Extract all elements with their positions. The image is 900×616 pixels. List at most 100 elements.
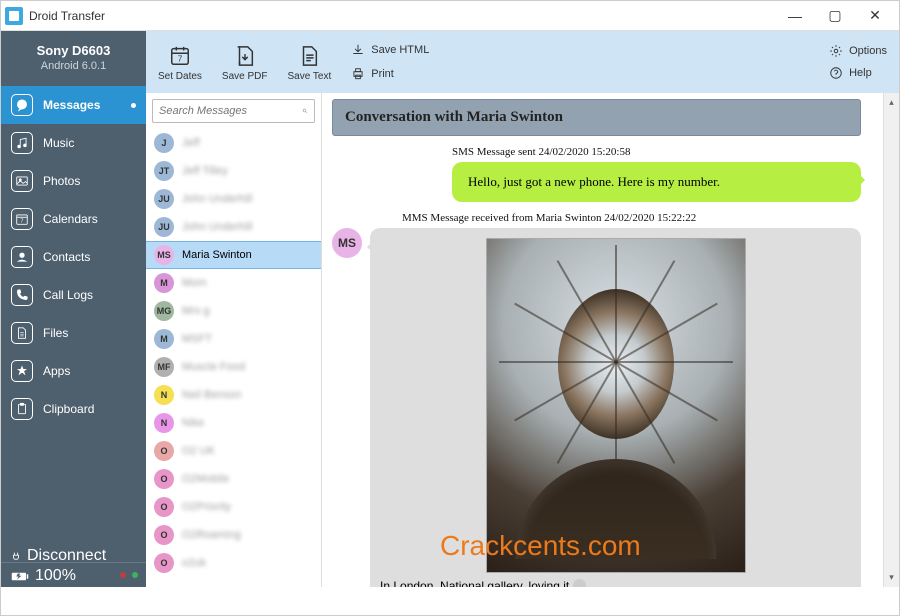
contact-avatar: JU: [154, 189, 174, 209]
download-icon: [351, 43, 365, 57]
nav-files[interactable]: Files: [1, 314, 146, 352]
contact-name: MSFT: [182, 333, 212, 345]
led-red: [120, 572, 126, 578]
tool-label: Help: [849, 67, 872, 79]
nav-messages[interactable]: Messages: [1, 86, 146, 124]
scroll-down-icon[interactable]: ▾: [889, 572, 894, 583]
tool-label: Options: [849, 45, 887, 57]
svg-text:7: 7: [178, 54, 183, 63]
nav-photos[interactable]: Photos: [1, 162, 146, 200]
search-input[interactable]: [159, 105, 302, 117]
contact-name: O2Priority: [182, 501, 231, 513]
recv-meta: MMS Message received from Maria Swinton …: [402, 212, 861, 224]
contact-name: Neil Benson: [182, 389, 241, 401]
scroll-up-icon[interactable]: ▴: [889, 97, 894, 108]
set-dates-button[interactable]: 7 Set Dates: [158, 43, 202, 82]
contact-item[interactable]: OO2Roaming: [146, 521, 321, 549]
contact-list[interactable]: JJeffJTJeff TilleyJUJohn UnderhillJUJohn…: [146, 129, 321, 587]
contact-item[interactable]: JJeff: [146, 129, 321, 157]
search-icon: [302, 105, 308, 117]
tool-label: Save Text: [288, 71, 332, 82]
contact-name: Mrs g: [182, 305, 210, 317]
app-icon: [5, 7, 23, 25]
calendar-icon: 7: [11, 208, 33, 230]
emoji-icon: [573, 579, 586, 587]
contact-item[interactable]: O O2Mobile: [146, 465, 321, 493]
contact-avatar: MG: [154, 301, 174, 321]
save-pdf-button[interactable]: Save PDF: [222, 43, 268, 82]
messages-icon: [11, 94, 33, 116]
device-version: Android 6.0.1: [9, 60, 138, 72]
contact-avatar: M: [154, 273, 174, 293]
contact-avatar: JU: [154, 217, 174, 237]
music-icon: [11, 132, 33, 154]
contact-item[interactable]: O O2 UK: [146, 437, 321, 465]
nav-music[interactable]: Music: [1, 124, 146, 162]
plug-icon: [11, 551, 21, 561]
contact-avatar: O: [154, 469, 174, 489]
message-list-panel: JJeffJTJeff TilleyJUJohn UnderhillJUJohn…: [146, 93, 322, 587]
contact-item[interactable]: OO2Priority: [146, 493, 321, 521]
contact-item[interactable]: JTJeff Tilley: [146, 157, 321, 185]
battery-icon: [11, 572, 29, 581]
disconnect-label: Disconnect: [27, 547, 106, 565]
contact-name: O2 UK: [182, 445, 215, 457]
tool-label: Print: [371, 68, 394, 80]
phone-icon: [11, 284, 33, 306]
print-button[interactable]: Print: [351, 67, 429, 81]
device-name: Sony D6603: [9, 43, 138, 58]
disconnect-button[interactable]: Disconnect: [1, 549, 146, 563]
conversation-panel: Conversation with Maria Swinton SMS Mess…: [322, 93, 883, 587]
contact-item[interactable]: JUJohn Underhill: [146, 213, 321, 241]
sent-meta: SMS Message sent 24/02/2020 15:20:58: [452, 146, 861, 158]
device-info: Sony D6603 Android 6.0.1: [1, 31, 146, 86]
battery-label: 100%: [35, 567, 76, 585]
contact-avatar: O: [154, 441, 174, 461]
nav-calendars[interactable]: 7 Calendars: [1, 200, 146, 238]
nav-label: Photos: [43, 174, 80, 188]
nav-label: Files: [43, 326, 68, 340]
nav-call-logs[interactable]: Call Logs: [1, 276, 146, 314]
contact-avatar: JT: [154, 161, 174, 181]
nav-label: Apps: [43, 364, 70, 378]
contact-item[interactable]: MMSFT: [146, 325, 321, 353]
nav-apps[interactable]: Apps: [1, 352, 146, 390]
mms-caption: In London, National gallery. loving it: [380, 579, 851, 587]
print-icon: [351, 67, 365, 81]
tool-label: Set Dates: [158, 71, 202, 82]
help-button[interactable]: Help: [829, 66, 887, 80]
status-leds: [120, 572, 138, 578]
search-box[interactable]: [152, 99, 315, 123]
nav-clipboard[interactable]: Clipboard: [1, 390, 146, 428]
options-button[interactable]: Options: [829, 44, 887, 58]
tool-label: Save PDF: [222, 71, 268, 82]
scrollbar[interactable]: ▴ ▾: [883, 93, 899, 587]
contact-avatar: O: [154, 525, 174, 545]
sent-bubble: Hello, just got a new phone. Here is my …: [452, 162, 861, 202]
nav-label: Calendars: [43, 212, 98, 226]
contact-item[interactable]: MMom: [146, 269, 321, 297]
maximize-button[interactable]: ▢: [815, 2, 855, 30]
contact-item[interactable]: NNike: [146, 409, 321, 437]
contact-avatar: MF: [154, 357, 174, 377]
files-icon: [11, 322, 33, 344]
save-html-button[interactable]: Save HTML: [351, 43, 429, 57]
contact-name: O2Mobile: [182, 473, 229, 485]
pdf-icon: [232, 43, 258, 69]
dot-indicator: [131, 103, 136, 108]
save-text-button[interactable]: Save Text: [288, 43, 332, 82]
nav-contacts[interactable]: Contacts: [1, 238, 146, 276]
close-button[interactable]: ✕: [855, 2, 895, 30]
contact-item[interactable]: MSMaria Swinton: [146, 241, 321, 269]
contact-item[interactable]: Oo2uk: [146, 549, 321, 577]
minimize-button[interactable]: —: [775, 2, 815, 30]
contact-item[interactable]: NNeil Benson: [146, 381, 321, 409]
contacts-icon: [11, 246, 33, 268]
contact-item[interactable]: MG Mrs g: [146, 297, 321, 325]
contact-name: o2uk: [182, 557, 206, 569]
contact-item[interactable]: JUJohn Underhill: [146, 185, 321, 213]
nav-label: Music: [43, 136, 74, 150]
contact-item[interactable]: MFMuscle Food: [146, 353, 321, 381]
nav-label: Contacts: [43, 250, 90, 264]
nav-label: Messages: [43, 98, 100, 112]
